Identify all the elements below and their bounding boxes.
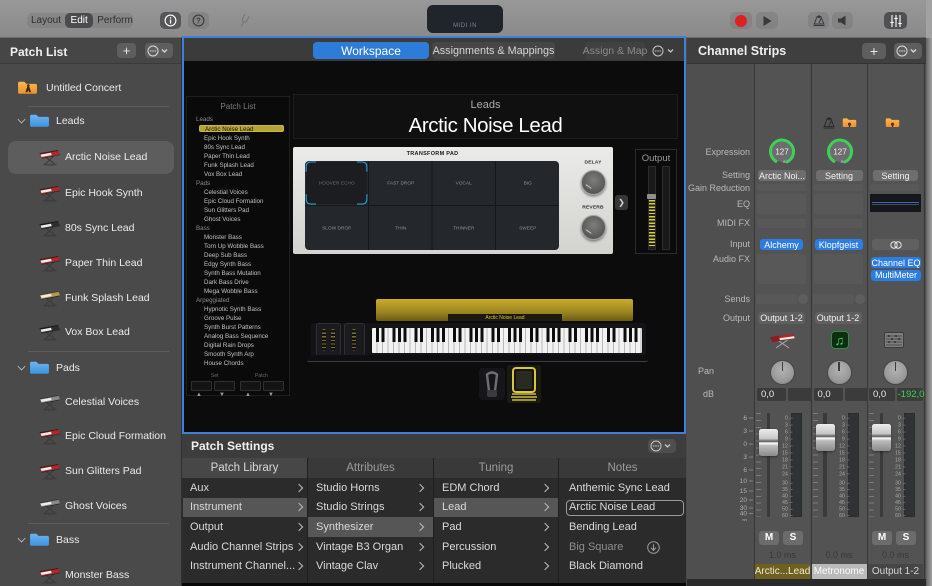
svg-text:?: ? (196, 16, 201, 25)
